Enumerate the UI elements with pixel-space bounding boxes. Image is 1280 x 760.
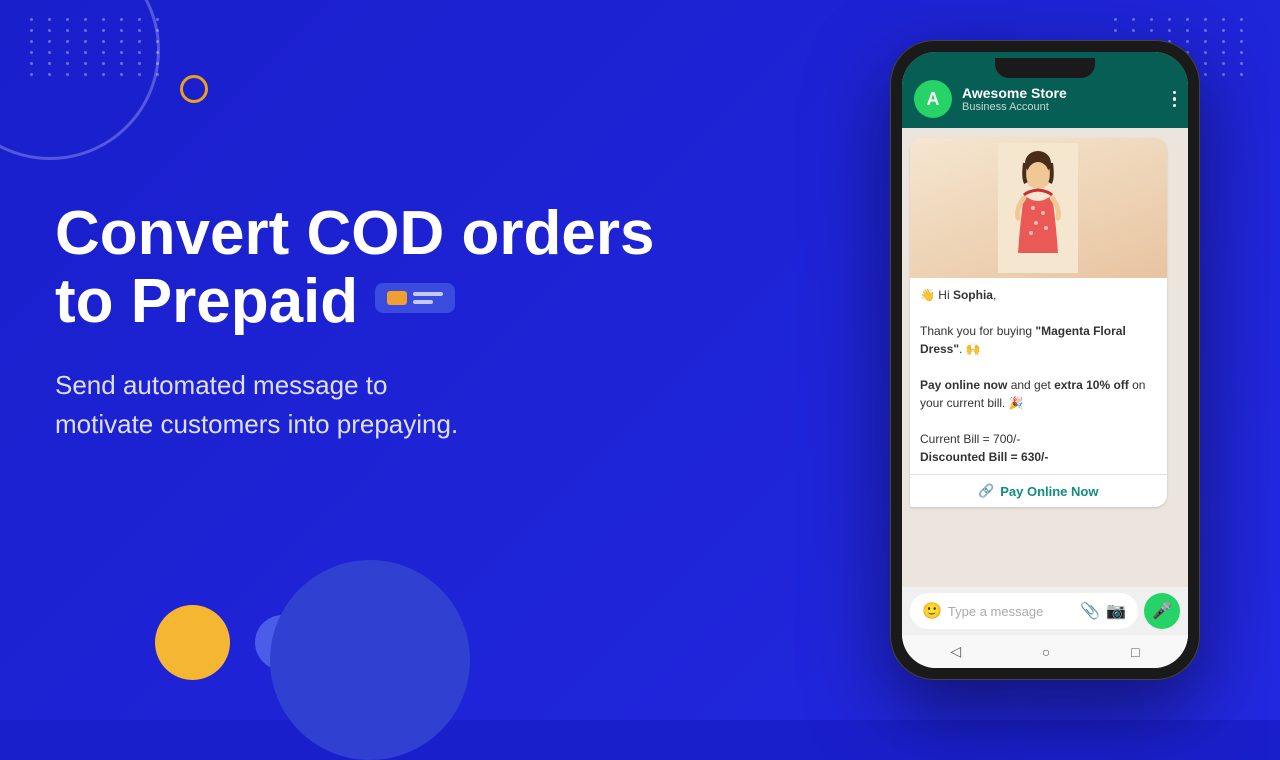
pay-online-button[interactable]: 🔗 Pay Online Now xyxy=(910,474,1167,507)
external-link-icon: 🔗 xyxy=(978,483,994,499)
emoji-icon[interactable]: 🙂 xyxy=(922,601,942,621)
phone-screen: A Awesome Store Business Account xyxy=(902,52,1188,668)
headline-line2: to Prepaid xyxy=(55,267,455,336)
camera-icon[interactable]: 📷 xyxy=(1106,601,1126,621)
phone-notch xyxy=(995,58,1095,78)
nav-recent-button[interactable]: □ xyxy=(1131,644,1139,660)
menu-dot xyxy=(1173,91,1177,95)
input-bar: 🙂 Type a message 📎 📷 🎤 xyxy=(902,587,1188,635)
nav-back-button[interactable]: ◁ xyxy=(950,643,961,660)
hero-subtitle: Send automated message to motivate custo… xyxy=(55,366,675,444)
product-image xyxy=(910,138,1167,278)
message-input-field[interactable]: 🙂 Type a message 📎 📷 xyxy=(910,593,1138,629)
card-line xyxy=(413,292,443,296)
message-placeholder: Type a message xyxy=(948,604,1074,619)
attachment-icon[interactable]: 📎 xyxy=(1080,601,1100,621)
hero-section: Convert COD orders to Prepaid Send autom… xyxy=(55,200,675,444)
phone-mockup: A Awesome Store Business Account xyxy=(890,40,1200,680)
phone-navigation: ◁ ○ □ xyxy=(902,635,1188,668)
contact-info: Awesome Store Business Account xyxy=(962,85,1163,113)
menu-dots-button[interactable] xyxy=(1173,91,1177,108)
card-line-short xyxy=(413,300,433,304)
decorative-circle-blue-lg xyxy=(270,560,470,760)
mic-icon: 🎤 xyxy=(1152,601,1172,621)
card-chip xyxy=(387,291,407,305)
menu-dot xyxy=(1173,104,1177,108)
headline-line1: Convert COD orders xyxy=(55,199,654,268)
decorative-dots-tl xyxy=(30,18,166,76)
credit-card-icon xyxy=(375,283,455,313)
nav-home-button[interactable]: ○ xyxy=(1042,644,1050,660)
card-lines xyxy=(413,292,443,304)
menu-dot xyxy=(1173,97,1177,101)
decorative-circle-yellow xyxy=(155,605,230,680)
mic-button[interactable]: 🎤 xyxy=(1144,593,1180,629)
chat-bubble: 👋 Hi Sophia, Thank you for buying "Magen… xyxy=(910,138,1167,507)
bubble-content: 👋 Hi Sophia, Thank you for buying "Magen… xyxy=(910,278,1167,474)
decorative-circle-orange xyxy=(180,75,208,103)
dress-svg xyxy=(998,143,1078,273)
business-name: Awesome Store xyxy=(962,85,1163,101)
chat-area: 👋 Hi Sophia, Thank you for buying "Magen… xyxy=(902,128,1188,587)
business-avatar: A xyxy=(914,80,952,118)
hero-headline: Convert COD orders to Prepaid xyxy=(55,200,675,336)
phone-body: A Awesome Store Business Account xyxy=(890,40,1200,680)
pay-button-label: Pay Online Now xyxy=(1000,484,1098,499)
bubble-text: 👋 Hi Sophia, Thank you for buying "Magen… xyxy=(920,286,1157,466)
business-status: Business Account xyxy=(962,101,1163,113)
